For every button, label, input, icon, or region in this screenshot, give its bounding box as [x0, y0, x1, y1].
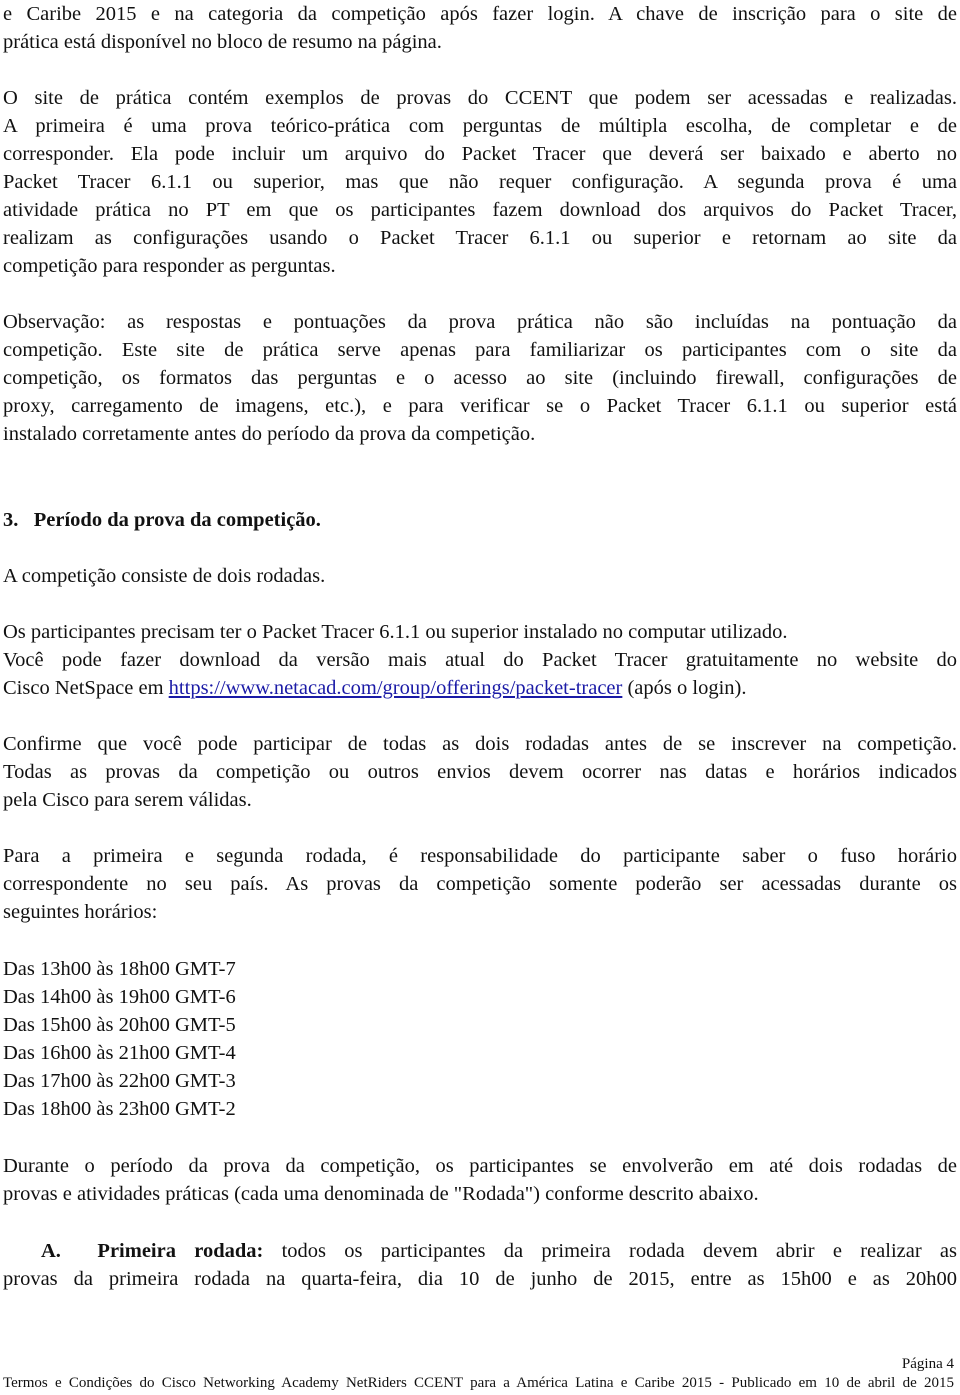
timezone-line-2: correspondente no seu país. As provas da…: [3, 873, 957, 895]
confirm-line-3: pela Cisco para serem válidas.: [3, 789, 252, 811]
page-number: Página 4: [901, 1356, 954, 1372]
first-round-label: A. Primeira rodada:: [41, 1240, 264, 1262]
note-line-5: instalado corretamente antes do período …: [3, 423, 536, 445]
period-line-1: Durante o período da prova da competição…: [3, 1155, 957, 1177]
note-line-1: Observação: as respostas e pontuações da…: [3, 311, 957, 333]
note-line-4: proxy, carregamento de imagens, etc.), e…: [3, 395, 957, 417]
schedule-item: Das 15h00 às 20h00 GMT-5: [3, 1014, 236, 1036]
confirm-line-2: Todas as provas da competição ou outros …: [3, 761, 957, 783]
requirements-line-3: Cisco NetSpace em https://www.netacad.co…: [3, 674, 746, 702]
section-heading: 3. Período da prova da competição.: [3, 509, 321, 531]
schedule-item: Das 13h00 às 18h00 GMT-7: [3, 958, 236, 980]
practice-line-5: atividade prática no PT em que os partic…: [3, 199, 957, 221]
first-round-line-2: provas da primeira rodada na quarta-feir…: [3, 1268, 957, 1290]
intro-line-1: e Caribe 2015 e na categoria da competiç…: [3, 3, 957, 25]
requirements-prefix: Cisco NetSpace em: [3, 677, 169, 699]
footer-text: Termos e Condições do Cisco Networking A…: [3, 1375, 954, 1391]
schedule-item: Das 16h00 às 21h00 GMT-4: [3, 1042, 236, 1064]
requirements-line-1: Os participantes precisam ter o Packet T…: [3, 621, 788, 643]
note-line-3: competição, os formatos das perguntas e …: [3, 367, 957, 389]
timezone-line-1: Para a primeira e segunda rodada, é resp…: [3, 845, 957, 867]
first-round-line-1: A. Primeira rodada: todos os participant…: [41, 1237, 957, 1265]
timezone-line-3: seguintes horários:: [3, 901, 158, 923]
requirements-line-2: Você pode fazer download da versão mais …: [3, 649, 957, 671]
first-round-text: todos os participantes da primeira rodad…: [263, 1240, 957, 1262]
schedule-item: Das 18h00 às 23h00 GMT-2: [3, 1098, 236, 1120]
schedule-item: Das 17h00 às 22h00 GMT-3: [3, 1070, 236, 1092]
practice-line-4: Packet Tracer 6.1.1 ou superior, mas que…: [3, 171, 957, 193]
practice-line-3: corresponder. Ela pode incluir um arquiv…: [3, 143, 957, 165]
packet-tracer-link[interactable]: https://www.netacad.com/group/offerings/…: [169, 677, 623, 699]
note-line-2: competição. Este site de prática serve a…: [3, 339, 957, 361]
rounds-text: A competição consiste de dois rodadas.: [3, 565, 326, 587]
intro-line-2: prática está disponível no bloco de resu…: [3, 31, 442, 53]
practice-line-6: realizam as configurações usando o Packe…: [3, 227, 957, 249]
practice-line-2: A primeira é uma prova teórico-prática c…: [3, 115, 957, 137]
period-line-2: provas e atividades práticas (cada uma d…: [3, 1183, 759, 1205]
schedule-item: Das 14h00 às 19h00 GMT-6: [3, 986, 236, 1008]
practice-line-7: competição para responder as perguntas.: [3, 255, 336, 277]
confirm-line-1: Confirme que você pode participar de tod…: [3, 733, 957, 755]
requirements-suffix: (após o login).: [622, 677, 747, 699]
practice-line-1: O site de prática contém exemplos de pro…: [3, 87, 957, 109]
